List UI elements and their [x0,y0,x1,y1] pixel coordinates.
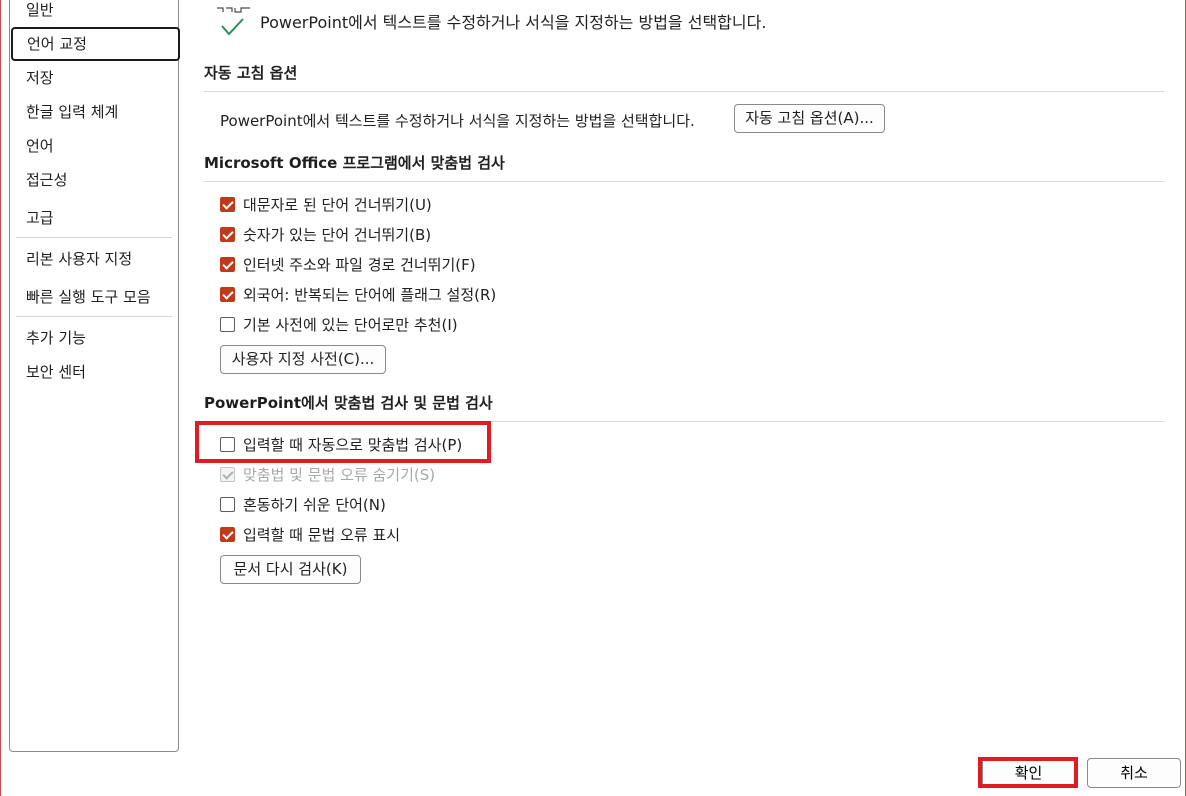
sidebar-item-korean-input[interactable]: 한글 입력 체계 [10,95,178,129]
autocorrect-section-title: 자동 고침 옵션 [204,64,298,82]
sidebar-item-label: 추가 기능 [26,329,86,347]
sidebar-item-general[interactable]: 일반 [10,0,178,27]
checkbox-box[interactable] [220,526,235,542]
checkbox-label: 입력할 때 문법 오류 표시 [243,525,401,544]
main-dictionary-only-checkbox[interactable]: 기본 사전에 있는 단어로만 추천(I) [220,313,458,335]
ppt-spelling-section-title: PowerPoint에서 맞춤법 검사 및 문법 검사 [204,394,493,412]
sidebar-item-label: 고급 [26,209,54,227]
sidebar-item-label: 저장 [26,69,54,87]
ignore-uppercase-checkbox[interactable]: 대문자로 된 단어 건너뛰기(U) [220,193,432,215]
checkbox-box[interactable] [220,286,235,302]
abc-check-icon [214,2,254,38]
checkbox-box[interactable] [220,316,235,332]
section-divider [204,91,1164,92]
sidebar-item-save[interactable]: 저장 [10,61,178,95]
checkbox-box[interactable] [220,436,235,452]
office-spelling-section-title: Microsoft Office 프로그램에서 맞춤법 검사 [204,154,505,172]
checkbox-label: 기본 사전에 있는 단어로만 추천(I) [243,315,458,334]
show-grammar-errors-checkbox[interactable]: 입력할 때 문법 오류 표시 [220,523,400,545]
sidebar-item-language[interactable]: 언어 [10,129,178,163]
options-sidebar: 일반 언어 교정 저장 한글 입력 체계 언어 접근성 고급 리본 사용자 지정… [9,0,180,752]
checkbox-box[interactable] [220,196,235,212]
sidebar-item-accessibility[interactable]: 접근성 [10,163,178,197]
sidebar-item-label: 일반 [26,1,54,19]
autocorrect-options-button[interactable]: 자동 고침 옵션(A)... [734,104,885,133]
sidebar-item-label: 접근성 [26,171,68,189]
flag-repeated-words-checkbox[interactable]: 외국어: 반복되는 단어에 플래그 설정(R) [220,283,496,305]
custom-dictionaries-button[interactable]: 사용자 지정 사전(C)... [220,345,386,374]
checkbox-label: 맞춤법 및 문법 오류 숨기기(S) [243,465,436,484]
sidebar-divider [16,316,172,317]
window-left-border [0,0,1,796]
sidebar-item-quick-access-toolbar[interactable]: 빠른 실행 도구 모음 [10,280,178,314]
sidebar-item-label: 언어 [26,137,54,155]
section-divider [204,421,1164,422]
ignore-numbers-checkbox[interactable]: 숫자가 있는 단어 건너뛰기(B) [220,223,431,245]
checkbox-label: 인터넷 주소와 파일 경로 건너뛰기(F) [243,255,476,274]
autocorrect-description: PowerPoint에서 텍스트를 수정하거나 서식을 지정하는 방법을 선택합… [220,112,695,130]
sidebar-item-trust-center[interactable]: 보안 센터 [10,355,178,389]
cancel-button[interactable]: 취소 [1087,758,1181,788]
checkbox-label: 숫자가 있는 단어 건너뛰기(B) [243,225,432,244]
checkbox-label: 입력할 때 자동으로 맞춤법 검사(P) [243,435,463,454]
checkbox-box[interactable] [220,256,235,272]
confusable-words-checkbox[interactable]: 혼동하기 쉬운 단어(N) [220,493,386,515]
checkbox-box [220,466,235,482]
check-spelling-as-you-type-checkbox[interactable]: 입력할 때 자동으로 맞춤법 검사(P) [220,433,462,455]
checkbox-box[interactable] [220,496,235,512]
hide-spelling-errors-checkbox: 맞춤법 및 문법 오류 숨기기(S) [220,463,435,485]
header-description: PowerPoint에서 텍스트를 수정하거나 서식을 지정하는 방법을 선택합… [260,13,767,32]
sidebar-item-proofing[interactable]: 언어 교정 [11,27,180,61]
sidebar-divider [16,237,172,238]
checkbox-label: 대문자로 된 단어 건너뛰기(U) [243,195,432,214]
sidebar-item-label: 빠른 실행 도구 모음 [26,288,151,306]
ignore-internet-paths-checkbox[interactable]: 인터넷 주소와 파일 경로 건너뛰기(F) [220,253,476,275]
recheck-document-button[interactable]: 문서 다시 검사(K) [220,555,361,584]
sidebar-item-label: 언어 교정 [27,35,87,53]
ok-button[interactable]: 확인 [982,758,1075,788]
sidebar-item-label: 한글 입력 체계 [26,103,119,121]
checkbox-box[interactable] [220,226,235,242]
checkbox-label: 외국어: 반복되는 단어에 플래그 설정(R) [243,285,497,304]
sidebar-item-advanced[interactable]: 고급 [10,201,178,235]
sidebar-item-add-ins[interactable]: 추가 기능 [10,321,178,355]
sidebar-item-customize-ribbon[interactable]: 리본 사용자 지정 [10,242,178,276]
sidebar-item-label: 리본 사용자 지정 [26,250,133,268]
sidebar-item-label: 보안 센터 [26,363,86,381]
checkbox-label: 혼동하기 쉬운 단어(N) [243,495,386,514]
section-divider [204,181,1164,182]
